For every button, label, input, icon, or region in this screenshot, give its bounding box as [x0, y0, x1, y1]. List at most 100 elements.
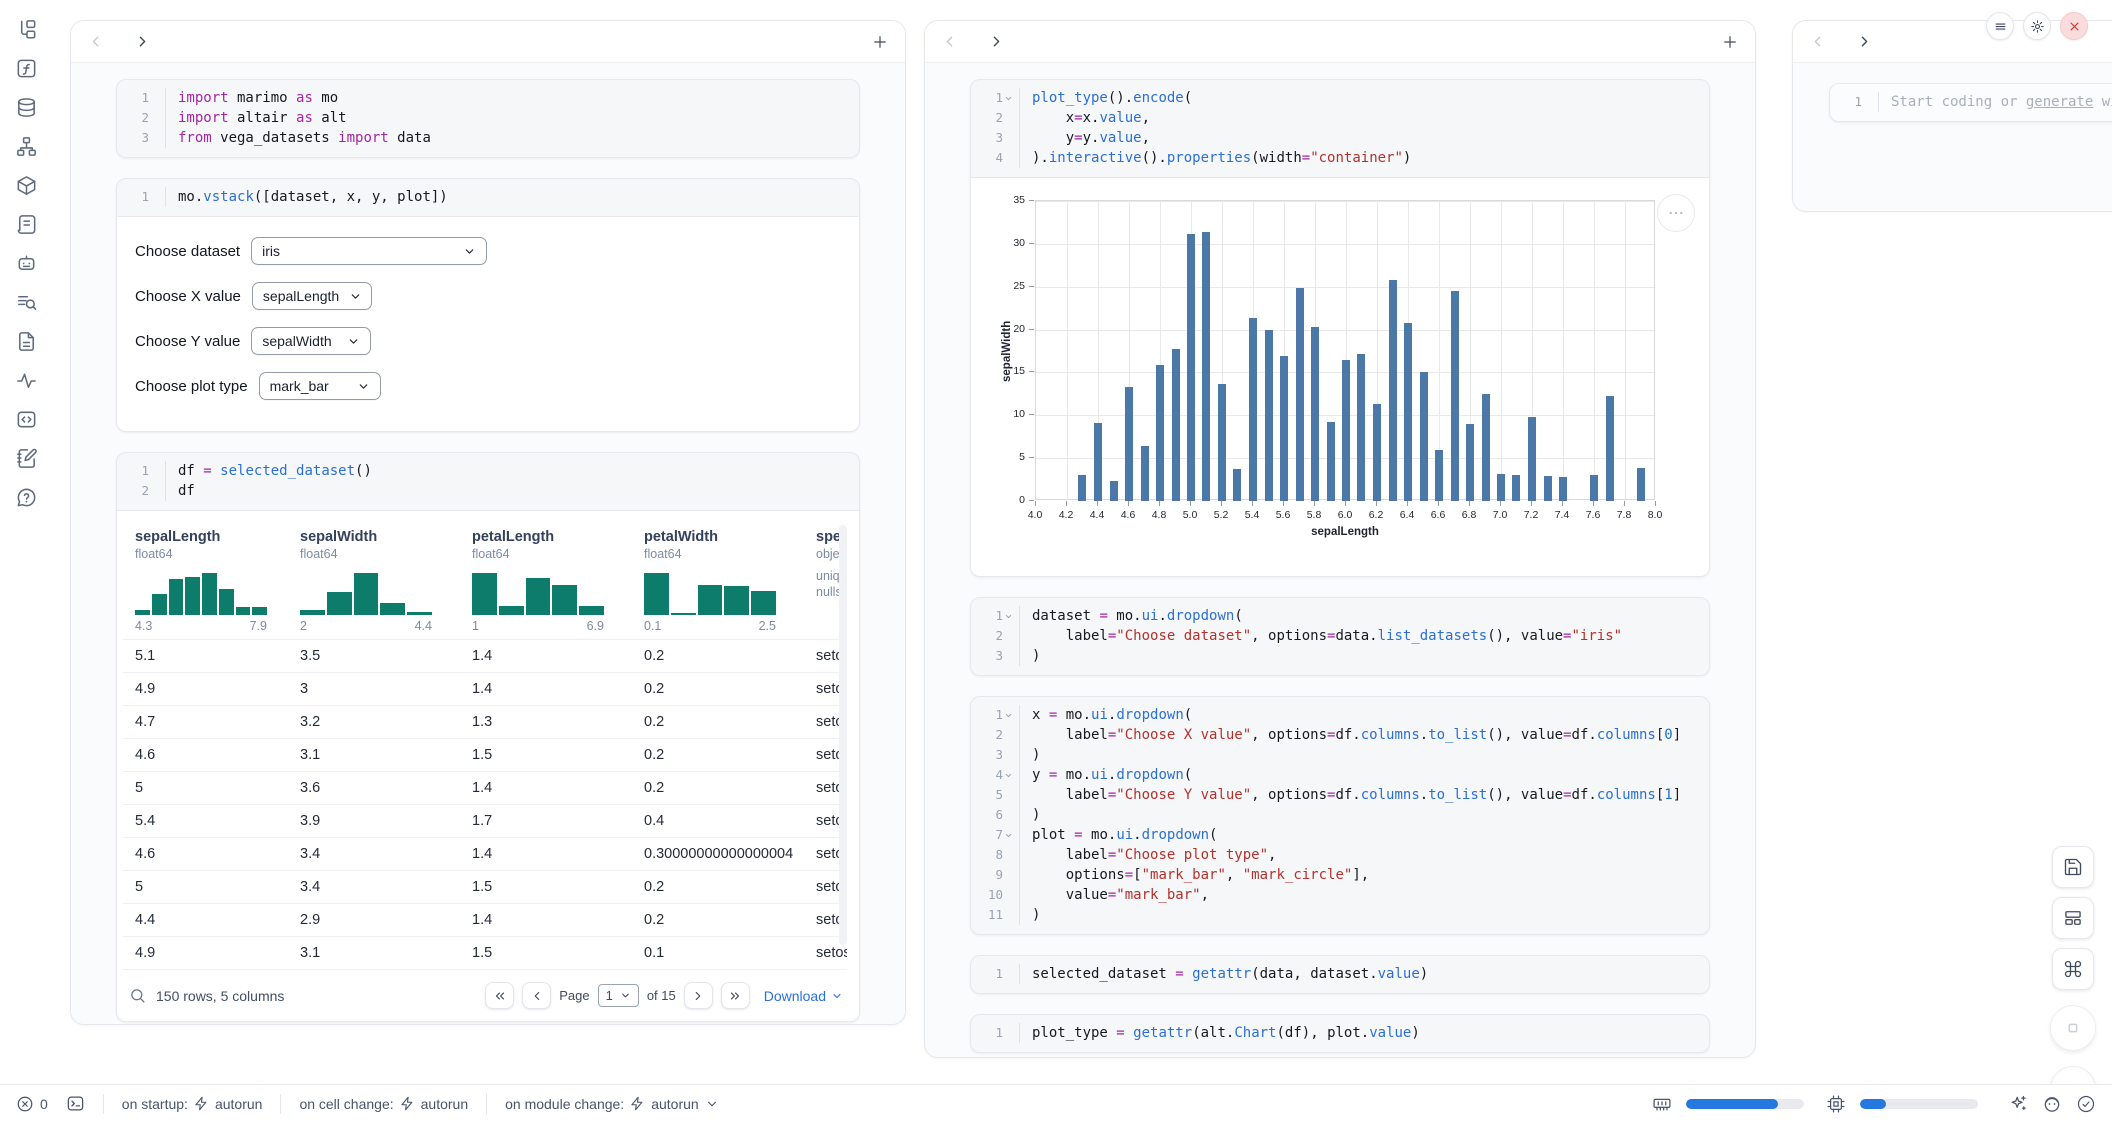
terminal-button[interactable] — [66, 1094, 85, 1113]
chevron-right-icon — [134, 33, 151, 50]
code-editor[interactable]: 1mo.vstack([dataset, x, y, plot]) — [117, 179, 859, 216]
column-dtype: float64 — [135, 547, 282, 561]
sidebar-item-function-square[interactable] — [13, 55, 39, 81]
code-line: 1plot_type = getattr(alt.Chart(df), plot… — [971, 1023, 1709, 1043]
stop-icon — [2062, 1017, 2084, 1039]
code-editor[interactable]: 1df = selected_dataset()2df — [117, 453, 859, 510]
code-editor[interactable]: 1plot_type = getattr(alt.Chart(df), plot… — [971, 1015, 1709, 1052]
column-right-prev-button[interactable] — [1809, 33, 1826, 50]
table-column-header[interactable]: sepalWidthfloat6424.4 — [288, 521, 460, 639]
last-page-button[interactable] — [721, 982, 750, 1009]
connection-status-button[interactable] — [2076, 1094, 2096, 1114]
chevron-down-icon — [349, 290, 362, 303]
column-left-prev-button[interactable] — [87, 33, 104, 50]
code-line: 4).interactive().properties(width="conta… — [971, 148, 1709, 168]
sidebar-item-notebook-pen[interactable] — [13, 445, 39, 471]
download-button[interactable]: Download — [764, 988, 843, 1004]
error-indicator[interactable]: 0 — [16, 1095, 48, 1113]
sidebar-item-file-text[interactable] — [13, 328, 39, 354]
code-editor[interactable]: 1import marimo as mo2import altair as al… — [117, 80, 859, 157]
sidebar-item-bot-chat[interactable] — [13, 250, 39, 276]
column-middle-add-cell-button[interactable] — [1721, 33, 1739, 51]
table-cell: 3 — [288, 673, 460, 705]
page-select[interactable]: 1 — [598, 984, 639, 1007]
sidebar-item-sitemap[interactable] — [13, 133, 39, 159]
x-tick-label: 6.4 — [1400, 509, 1415, 521]
column-histogram: 24.4 — [300, 573, 432, 633]
sidebar-item-list-search[interactable] — [13, 289, 39, 315]
chart-bar — [1202, 232, 1210, 501]
y-tick-label: 5 — [987, 451, 1025, 463]
table-cell: 0.1 — [632, 937, 804, 969]
column-left-add-cell-button[interactable] — [871, 33, 889, 51]
table-cell: 5 — [123, 772, 288, 804]
sidebar-item-help-bubble[interactable] — [13, 484, 39, 510]
prev-page-button[interactable] — [522, 982, 551, 1009]
table-scrollbar[interactable] — [839, 525, 847, 945]
line-number: 2 — [117, 481, 165, 501]
dropdown-select-y-value[interactable]: sepalWidth — [251, 327, 371, 355]
dropdown-select-x-value[interactable]: sepalLength — [252, 282, 372, 310]
code-editor[interactable]: 1plot_type().encode(2 x=x.value,3 y=y.va… — [971, 80, 1709, 177]
chart-menu-button[interactable] — [1657, 194, 1695, 232]
save-button[interactable] — [2052, 846, 2094, 888]
settings-button[interactable] — [2023, 12, 2051, 40]
column-right-next-button[interactable] — [1856, 33, 1873, 50]
code-editor[interactable]: 1Start coding or generate with — [1830, 84, 2112, 121]
table-row: 5.13.51.40.2setos — [123, 639, 847, 672]
code-text: label="Choose Y value", options=df.colum… — [1019, 785, 1709, 805]
code-editor[interactable]: 1selected_dataset = getattr(data, datase… — [971, 956, 1709, 993]
column-left-next-button[interactable] — [134, 33, 151, 50]
menu-button[interactable] — [1986, 12, 2014, 40]
generate-with-ai-link[interactable]: generate — [2026, 94, 2093, 110]
layout-button[interactable] — [2052, 897, 2094, 939]
sidebar-item-scroll-text[interactable] — [13, 211, 39, 237]
runtime-config-item[interactable]: on startup:autorun — [122, 1096, 263, 1112]
code-text: y = mo.ui.dropdown( — [1019, 765, 1709, 785]
chevron-down-icon — [463, 245, 476, 258]
fold-chevron-icon[interactable] — [1003, 771, 1014, 780]
gridline-vertical — [1563, 201, 1564, 499]
runtime-config-item[interactable]: on module change:autorun — [505, 1096, 719, 1112]
assistant-button[interactable] — [2042, 1094, 2062, 1114]
close-button[interactable] — [2060, 12, 2088, 40]
table-row: 53.41.50.2setos — [123, 870, 847, 903]
code-editor[interactable]: 1x = mo.ui.dropdown(2 label="Choose X va… — [971, 697, 1709, 934]
sidebar-item-database[interactable] — [13, 94, 39, 120]
column-middle-next-button[interactable] — [988, 33, 1005, 50]
close-icon — [2067, 19, 2082, 34]
table-cell: 2.9 — [288, 904, 460, 936]
fold-chevron-icon[interactable] — [1003, 94, 1014, 103]
sidebar-item-file-tree[interactable] — [13, 16, 39, 42]
chevron-down-icon — [1004, 94, 1013, 103]
fold-chevron-icon[interactable] — [1003, 831, 1014, 840]
column-middle-prev-button[interactable] — [941, 33, 958, 50]
fold-chevron-icon[interactable] — [1003, 711, 1014, 720]
chart-bar — [1559, 477, 1567, 501]
table-column-header[interactable]: petalWidthfloat640.12.5 — [632, 521, 804, 639]
table-cell: 5.1 — [123, 640, 288, 672]
table-search-button[interactable] — [129, 987, 146, 1004]
code-editor[interactable]: 1dataset = mo.ui.dropdown(2 label="Choos… — [971, 598, 1709, 675]
ai-sparkles-button[interactable] — [2008, 1094, 2028, 1114]
dropdown-select-plot-type[interactable]: mark_bar — [259, 372, 381, 400]
fold-chevron-icon[interactable] — [1003, 612, 1014, 621]
runtime-config-item[interactable]: on cell change:autorun — [299, 1096, 468, 1112]
table-column-header[interactable]: petalLengthfloat6416.9 — [460, 521, 632, 639]
column-right-body: 1Start coding or generate with — [1793, 63, 2112, 211]
status-bar: 0 on startup:autorun on cell change:autoru… — [0, 1084, 2112, 1122]
table-column-header[interactable]: sepalLengthfloat644.37.9 — [123, 521, 288, 639]
sidebar-item-activity[interactable] — [13, 367, 39, 393]
dropdown-row: Choose datasetiris — [135, 237, 843, 265]
plot-area[interactable] — [1035, 200, 1655, 500]
chart-bar — [1357, 354, 1365, 501]
first-page-button[interactable] — [485, 982, 514, 1009]
command-button[interactable] — [2052, 948, 2094, 990]
sidebar-item-code-block[interactable] — [13, 406, 39, 432]
next-page-button[interactable] — [684, 982, 713, 1009]
stop-button[interactable] — [2050, 1005, 2096, 1051]
dropdown-select-dataset[interactable]: iris — [251, 237, 487, 265]
code-line: 4y = mo.ui.dropdown( — [971, 765, 1709, 785]
line-number: 1 — [117, 187, 165, 207]
sidebar-item-package[interactable] — [13, 172, 39, 198]
